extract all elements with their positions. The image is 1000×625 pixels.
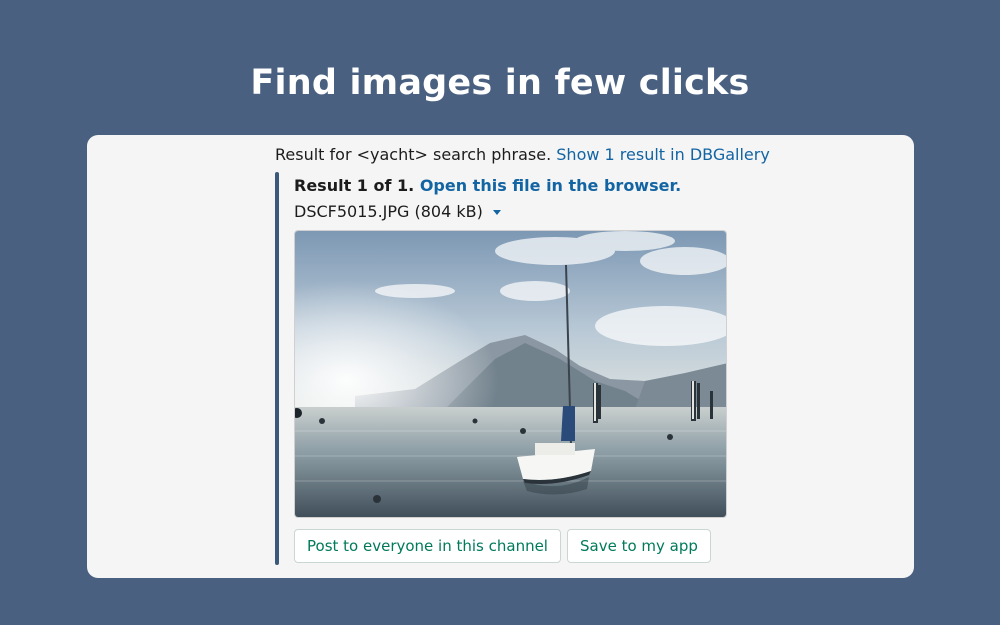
page-headline: Find images in few clicks [250,63,750,103]
image-preview[interactable] [294,230,727,518]
file-name-label: DSCF5015.JPG (804 kB) [294,202,483,221]
result-count-label: Result 1 of 1. [294,176,415,195]
message-card: Result for <yacht> search phrase. Show 1… [87,135,914,578]
attachment: Result 1 of 1. Open this file in the bro… [275,172,735,565]
post-to-channel-button[interactable]: Post to everyone in this channel [294,529,561,563]
sailboat-photo [295,231,726,517]
action-buttons: Post to everyone in this channel Save to … [294,529,717,563]
caret-down-icon [492,210,501,215]
save-to-app-button[interactable]: Save to my app [566,529,711,563]
show-result-link[interactable]: Show 1 result in DBGallery [556,145,770,164]
file-name-dropdown[interactable]: DSCF5015.JPG (804 kB) [294,200,501,224]
attachment-accent-bar [275,172,279,565]
search-result-line: Result for <yacht> search phrase. Show 1… [275,144,770,166]
open-in-browser-link[interactable]: Open this file in the browser. [420,176,681,195]
search-phrase-text: Result for <yacht> search phrase. [275,145,552,164]
result-line: Result 1 of 1. Open this file in the bro… [294,174,681,198]
